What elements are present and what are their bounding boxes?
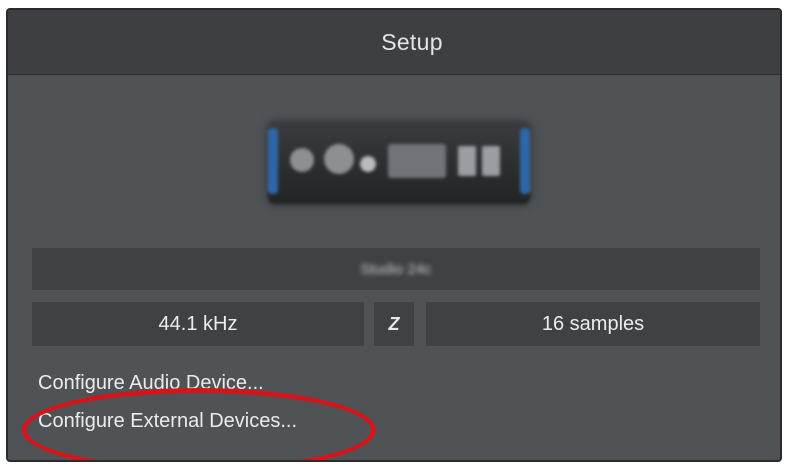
buffer-size-value: 16 samples <box>541 312 645 335</box>
sample-rate-field[interactable]: 44.1 kHz <box>32 302 364 346</box>
window-title: Setup <box>381 28 443 55</box>
configure-audio-device-link[interactable]: Configure Audio Device... <box>38 372 264 395</box>
audio-settings-row: 44.1 kHz Z 16 samples <box>32 302 760 346</box>
buffer-size-field[interactable]: 16 samples <box>426 302 760 346</box>
configure-external-devices-link[interactable]: Configure External Devices... <box>38 410 297 433</box>
audio-interface-device-image[interactable] <box>268 122 530 204</box>
latency-link-button[interactable]: Z <box>374 302 414 346</box>
device-knob-1 <box>290 148 314 172</box>
device-button-2 <box>482 146 500 176</box>
device-side-accent-left <box>268 128 278 194</box>
device-display <box>388 144 446 178</box>
sample-rate-value: 44.1 kHz <box>158 312 238 335</box>
setup-window: Setup Studio 24c 44.1 kHz Z 16 samples C… <box>6 8 782 462</box>
device-knob-2 <box>324 144 354 174</box>
z-link-icon: Z <box>388 313 400 334</box>
device-knob-3 <box>360 156 376 172</box>
device-name: Studio 24c <box>360 260 432 278</box>
device-button-1 <box>458 146 476 176</box>
device-side-accent-right <box>520 128 530 194</box>
device-selector[interactable]: Studio 24c <box>32 248 760 290</box>
window-header: Setup <box>8 10 780 75</box>
